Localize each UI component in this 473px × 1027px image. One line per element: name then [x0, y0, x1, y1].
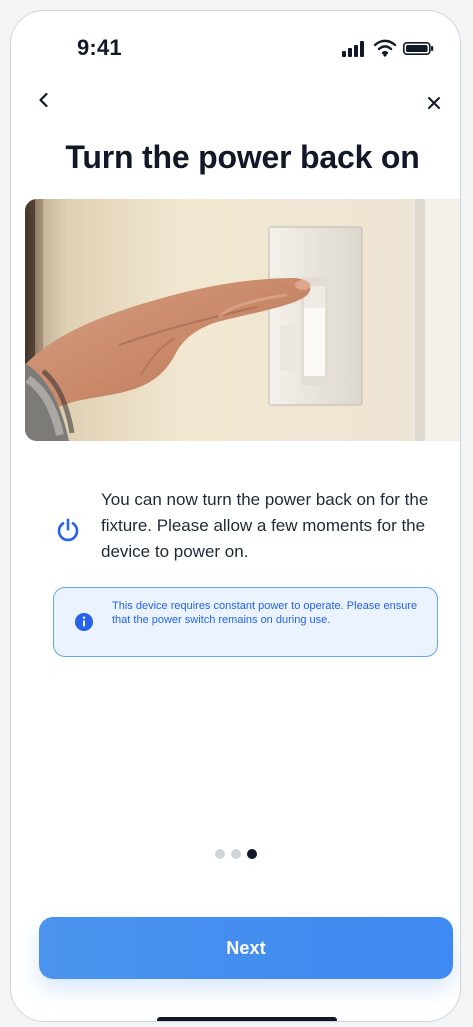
chevron-left-icon: [39, 92, 48, 108]
status-icons: [341, 38, 436, 58]
back-button[interactable]: [27, 83, 61, 117]
info-icon: [75, 613, 93, 631]
power-notice-box: This device requires constant power to o…: [53, 587, 438, 657]
wifi-icon: [373, 39, 397, 57]
next-button[interactable]: Next: [39, 917, 453, 979]
power-notice-text: This device requires constant power to o…: [112, 600, 418, 626]
status-time: 9:41: [77, 35, 122, 60]
instruction-photo: [25, 199, 460, 441]
battery-icon: [403, 42, 434, 55]
home-indicator: [157, 1017, 337, 1021]
page-dot-1: [214, 849, 225, 859]
instruction-text: You can now turn the power back on for t…: [101, 490, 429, 561]
phone-frame: 9:41 Turn the power back on You can now …: [10, 10, 461, 1022]
next-button-label: Next: [226, 937, 266, 958]
page-indicator: [11, 848, 460, 860]
signal-icon: [342, 41, 364, 57]
page-dot-3: [246, 849, 257, 859]
status-bar: 9:41: [11, 11, 460, 81]
close-button[interactable]: [418, 87, 450, 119]
close-icon: [428, 97, 440, 109]
power-icon: [57, 518, 79, 542]
page-dot-2: [230, 849, 241, 859]
page-title: Turn the power back on: [65, 139, 420, 175]
